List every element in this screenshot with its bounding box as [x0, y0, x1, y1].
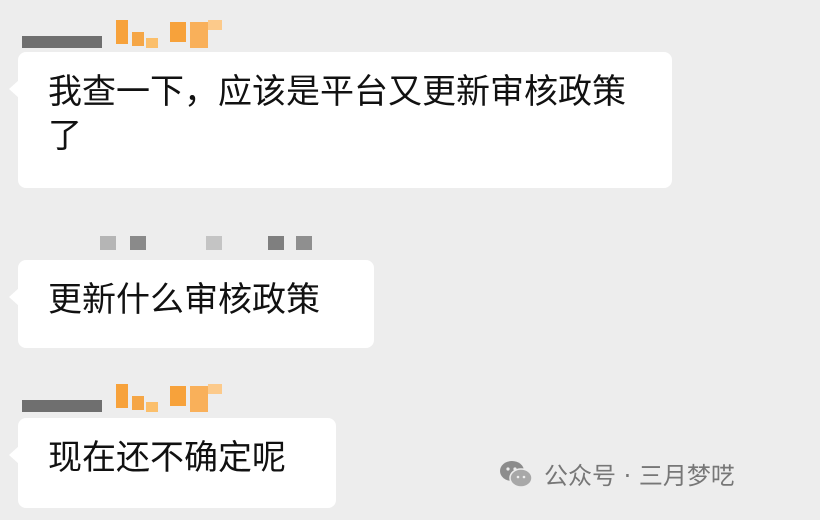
sender-name-censored — [22, 382, 232, 422]
censor-block — [132, 32, 144, 46]
message-bubble[interactable]: 我查一下，应该是平台又更新审核政策了 — [9, 52, 672, 188]
censor-block — [268, 236, 284, 250]
censor-block — [132, 396, 144, 410]
message-text: 我查一下，应该是平台又更新审核政策了 — [48, 72, 626, 156]
watermark: 公众号 · 三月梦呓 — [498, 456, 735, 491]
censor-block — [146, 38, 158, 48]
censor-block — [208, 20, 222, 30]
censor-block — [206, 236, 222, 250]
censor-block — [208, 384, 222, 394]
censor-block — [170, 22, 186, 42]
censor-block — [100, 236, 116, 250]
censor-block — [190, 386, 208, 412]
message-bubble[interactable]: 更新什么审核政策 — [9, 260, 374, 348]
censor-block — [116, 20, 128, 44]
censor-block — [170, 386, 186, 406]
wechat-icon — [500, 460, 533, 488]
sender-name-censored — [100, 234, 320, 254]
message-text: 更新什么审核政策 — [48, 280, 320, 320]
censor-block — [116, 384, 128, 408]
watermark-text: 公众号 · 三月梦呓 — [544, 462, 735, 490]
censor-block — [146, 402, 158, 412]
censor-block — [22, 400, 102, 412]
censor-block — [190, 22, 208, 48]
censor-block — [130, 236, 146, 250]
message-bubble[interactable]: 现在还不确定呢 — [9, 418, 336, 508]
censor-block — [22, 36, 102, 48]
message-text: 现在还不确定呢 — [48, 438, 286, 478]
censor-block — [296, 236, 312, 250]
